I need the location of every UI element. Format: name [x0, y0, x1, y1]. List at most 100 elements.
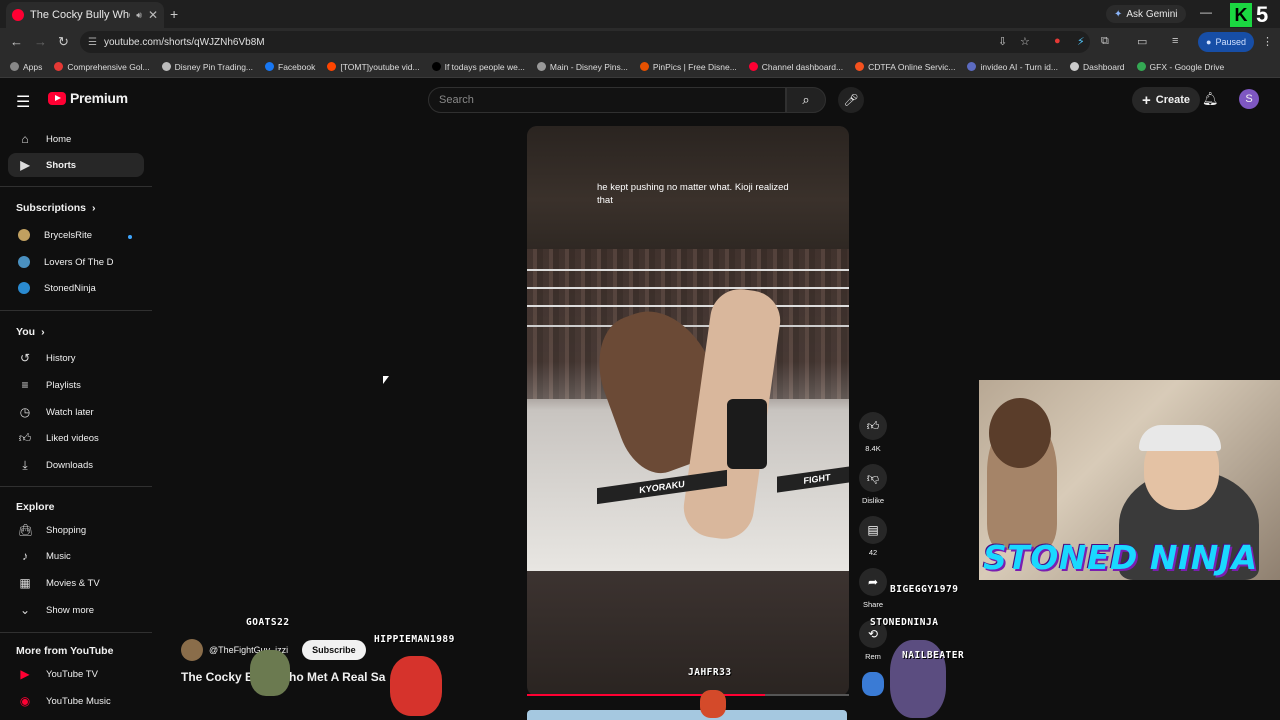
search-button[interactable]: ⌕ [786, 87, 826, 113]
bookmark-item[interactable]: [TOMT]youtube vid... [323, 62, 423, 72]
search-input[interactable]: Search [428, 87, 786, 113]
account-avatar[interactable]: S [1239, 89, 1259, 109]
bookmark-star-icon[interactable]: ☆ [1020, 35, 1030, 48]
thumbs-up-icon: 👍︎ [859, 412, 887, 440]
profile-status: Paused [1215, 37, 1246, 47]
media-controls-icon[interactable]: ≡ [1172, 35, 1178, 47]
shopping-bag-icon: 👜︎ [18, 523, 34, 537]
browser-tab[interactable]: The Cocky Bully Who Met A 🔊︎ ✕ [6, 2, 164, 28]
sidebar-item-show-more[interactable]: ⌄ Show more [8, 598, 144, 622]
subscriptions-heading[interactable]: Subscriptions › [16, 202, 96, 214]
sidebar-item-stonedninja[interactable]: StonedNinja [8, 276, 144, 300]
sidebar-item-watch-later[interactable]: ◷ Watch later [8, 400, 144, 424]
bookmark-label: [TOMT]youtube vid... [340, 61, 420, 72]
url-text: youtube.com/shorts/qWJZNh6Vb8M [104, 36, 265, 48]
webcam-cap [1139, 425, 1221, 451]
bookmark-favicon-icon [265, 62, 275, 71]
sidebar-item-home[interactable]: ⌂ Home [8, 127, 144, 151]
create-button[interactable]: + Create [1132, 87, 1201, 113]
address-bar[interactable]: ☰ youtube.com/shorts/qWJZNh6Vb8M [80, 31, 1090, 53]
clock-icon: ◷ [19, 405, 31, 419]
bookmark-item[interactable]: Dashboard [1066, 62, 1129, 72]
sidebar-item-brycelsrite[interactable]: BrycelsRite [8, 223, 144, 247]
bookmark-item[interactable]: Apps [6, 62, 46, 72]
kebab-menu-icon[interactable]: ⋮ [1262, 35, 1273, 48]
chatter-sprite-knuckles [390, 656, 442, 716]
extensions-puzzle-icon[interactable]: ⧉ [1101, 35, 1109, 48]
bookmark-item[interactable]: CDTFA Online Servic... [851, 62, 959, 72]
plus-icon: + [1142, 91, 1151, 109]
youtube-favicon-icon [12, 9, 24, 21]
bookmark-item[interactable]: invideo AI - Turn id... [963, 62, 1061, 72]
profile-paused-button[interactable]: ● Paused [1198, 32, 1254, 52]
sidebar-item-liked-videos[interactable]: 👍︎ Liked videos [8, 426, 144, 450]
forward-icon[interactable]: → [34, 34, 47, 49]
split-view-icon[interactable]: ▭ [1137, 35, 1147, 48]
bookmark-item[interactable]: If todays people we... [428, 62, 529, 72]
history-icon: ↺ [19, 351, 31, 365]
speaker-icon[interactable]: 🔊︎ [136, 10, 142, 21]
sidebar-item-shopping[interactable]: 👜︎ Shopping [8, 518, 144, 542]
chatter-name: NAILBEATER [902, 650, 965, 661]
bookmark-item[interactable]: GFX - Google Drive [1133, 62, 1229, 72]
channel-avatar[interactable] [181, 639, 203, 661]
sidebar-item-label: Watch later [46, 406, 94, 418]
bookmark-item[interactable]: PinPics | Free Disne... [636, 62, 741, 72]
minimize-icon[interactable]: — [1200, 5, 1212, 19]
home-icon: ⌂ [21, 132, 29, 146]
sidebar-item-label: Downloads [46, 459, 93, 471]
voice-search-button[interactable]: 🎤︎ [838, 87, 864, 113]
back-icon[interactable]: ← [10, 34, 23, 49]
shorts-video-player[interactable]: KYORAKU FIGHT he kept pushing no matter … [527, 126, 849, 696]
sidebar-item-youtube-tv[interactable]: ▶︎ YouTube TV [8, 662, 144, 686]
next-short-preview[interactable] [527, 710, 847, 720]
bookmark-item[interactable]: Disney Pin Trading... [158, 62, 257, 72]
k-number: 5 [1256, 2, 1269, 27]
site-info-icon[interactable]: ☰ [88, 37, 97, 48]
video-progress-bar[interactable] [527, 694, 849, 696]
dislike-button[interactable]: 👎︎ Dislike [858, 464, 888, 505]
bookmark-favicon-icon [536, 62, 546, 71]
comment-icon: ▤ [859, 516, 887, 544]
sidebar-item-playlists[interactable]: ≡ Playlists [8, 373, 144, 397]
you-heading[interactable]: You › [16, 326, 45, 338]
sidebar-item-music[interactable]: ♪ Music [8, 544, 144, 568]
comments-button[interactable]: ▤ 42 [858, 516, 888, 557]
sidebar-item-youtube-music[interactable]: ◉ YouTube Music [8, 689, 144, 713]
profile-icon: ● [1206, 37, 1212, 47]
video-caption: he kept pushing no matter what. Kioji re… [597, 182, 789, 206]
bookmark-item[interactable]: Channel dashboard... [745, 62, 847, 72]
bookmark-item[interactable]: Comprehensive Gol... [50, 62, 153, 72]
channel-avatar [18, 229, 30, 241]
webcam-person-left-head [989, 398, 1051, 468]
sidebar-item-downloads[interactable]: ⤓ Downloads [8, 453, 144, 477]
new-tab-icon[interactable]: + [170, 6, 178, 22]
more-from-youtube-heading: More from YouTube [16, 645, 113, 657]
reload-icon[interactable]: ↻ [58, 34, 69, 50]
youtube-logo[interactable]: Premium [48, 90, 128, 106]
ask-gemini-button[interactable]: ✦ Ask Gemini [1106, 5, 1186, 23]
close-tab-icon[interactable]: ✕ [148, 8, 158, 22]
sidebar-item-lovers-of-the-d[interactable]: Lovers Of The D [8, 250, 144, 274]
chevron-right-icon: › [92, 202, 96, 214]
fighter-shorts [727, 399, 767, 469]
subscribe-button[interactable]: Subscribe [302, 640, 366, 660]
chatter-name: GOATS22 [246, 617, 290, 628]
sidebar-item-shorts[interactable]: ▶︎ Shorts [8, 153, 144, 177]
sidebar-item-label: Shorts [46, 159, 77, 171]
like-button[interactable]: 👍︎ 8.4K [858, 412, 888, 453]
divider [0, 310, 152, 311]
hamburger-menu-icon[interactable]: ☰ [16, 92, 30, 112]
bookmark-item[interactable]: Facebook [261, 62, 319, 72]
install-icon[interactable]: ⇩ [998, 35, 1007, 48]
share-button[interactable]: ➦ Share [858, 568, 888, 609]
extension-red-icon[interactable]: ● [1054, 35, 1061, 47]
notifications-bell-icon[interactable]: 🔔︎ [1202, 91, 1219, 107]
sidebar-item-history[interactable]: ↺ History [8, 346, 144, 370]
sidebar-item-movies-tv[interactable]: ▦ Movies & TV [8, 571, 144, 595]
divider [0, 632, 152, 633]
youtube-play-icon [48, 91, 66, 105]
bookmark-item[interactable]: Main - Disney Pins... [533, 62, 632, 72]
playlists-icon: ≡ [21, 378, 29, 392]
extension-blue-icon[interactable]: ⚡︎ [1077, 35, 1085, 48]
